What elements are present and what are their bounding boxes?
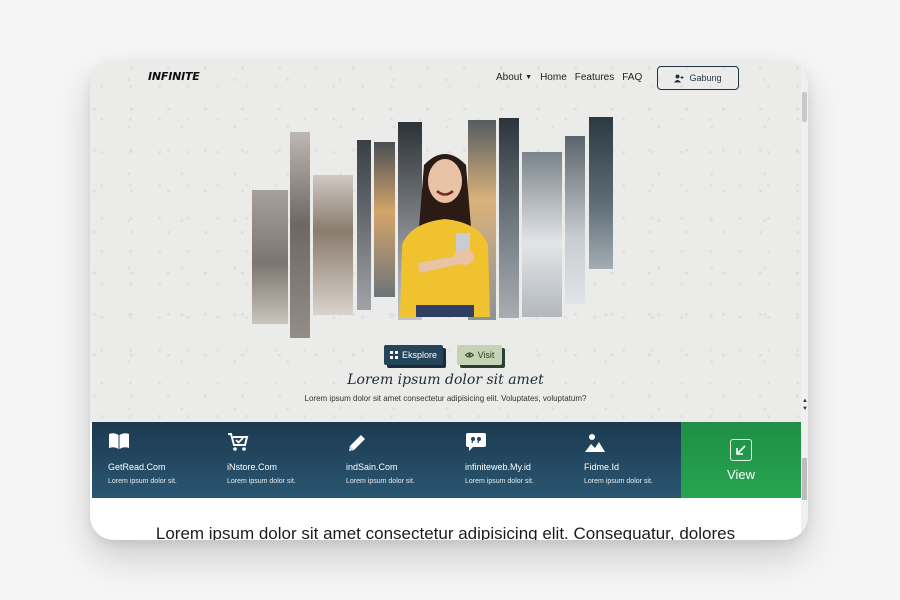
join-button[interactable]: Gabung [657,66,739,90]
scrollbar-thumb[interactable] [802,458,807,500]
user-plus-icon [674,74,684,82]
explore-button[interactable]: Eksplore [384,345,443,365]
explore-button-label: Eksplore [401,350,437,360]
feature-desc: Lorem ipsum dolor sit. [346,478,415,485]
image-icon [584,432,694,454]
feature-name: iNstore.Com [227,462,278,472]
cart-icon [227,432,337,454]
section-heading: Lorem ipsum dolor sit amet consectetur a… [155,524,736,540]
feature-name: Fidme.Id [584,462,620,472]
nav-item-about[interactable]: About ▼ [496,72,532,83]
collage-strip [290,132,310,338]
scrollbar-thumb[interactable] [802,92,807,122]
collage-strip [252,190,288,324]
feature-name: GetRead.Com [108,462,166,472]
grid-icon [389,351,398,359]
pencil-icon [346,432,456,454]
feature-bar: GetRead.Com Lorem ipsum dolor sit. iNsto… [92,422,681,498]
hero-subtitle: Lorem ipsum dolor sit amet consectetur a… [304,394,587,403]
feature-desc: Lorem ipsum dolor sit. [108,478,177,485]
view-card[interactable]: View [681,422,801,498]
join-button-label: Gabung [689,73,722,83]
feature-instore[interactable]: iNstore.Com Lorem ipsum dolor sit. [227,432,337,485]
nav-item-features[interactable]: Features [575,72,614,83]
device-frame: INFINITE About ▼ Home Features FAQ Gabun… [90,60,808,540]
nav-item-about-label: About [496,72,523,83]
feature-infiniteweb[interactable]: infiniteweb.My.id Lorem ipsum dolor sit. [465,432,575,485]
scroll-down-icon[interactable]: ▼ [802,406,808,412]
collage-strip [357,140,371,310]
site-logo[interactable]: INFINITE [148,70,200,83]
collage-strip [499,118,519,318]
feature-indsain[interactable]: indSain.Com Lorem ipsum dolor sit. [346,432,456,485]
page-scrollbar-lower[interactable] [801,422,808,540]
main-nav: About ▼ Home Features FAQ [496,72,642,83]
feature-desc: Lorem ipsum dolor sit. [584,478,653,485]
feature-name: indSain.Com [346,462,398,472]
hero-person-image [400,154,490,317]
visit-button[interactable]: Visit [457,345,502,365]
feature-name: infiniteweb.My.id [465,462,531,472]
collage-strip [313,175,353,315]
feature-desc: Lorem ipsum dolor sit. [227,478,296,485]
book-icon [108,432,218,454]
feature-desc: Lorem ipsum dolor sit. [465,478,534,485]
nav-item-faq[interactable]: FAQ [622,72,642,83]
view-label: View [727,466,755,482]
collage-strip [522,152,562,317]
page-scrollbar[interactable]: ▲ ▼ [801,60,808,422]
caret-down-icon: ▼ [525,74,533,81]
feature-fidme[interactable]: Fidme.Id Lorem ipsum dolor sit. [584,432,694,485]
arrow-down-left-icon [730,438,752,461]
hero-title: Lorem ipsum dolor sit amet [347,372,544,388]
visit-button-label: Visit [477,350,495,360]
feature-getread[interactable]: GetRead.Com Lorem ipsum dolor sit. [108,432,218,485]
nav-item-home[interactable]: Home [540,72,567,83]
scroll-up-icon[interactable]: ▲ [802,398,808,404]
collage-strip [589,117,613,269]
collage-strip [565,136,585,304]
eye-icon [464,352,474,358]
quote-icon [465,432,575,454]
hero-section: INFINITE About ▼ Home Features FAQ Gabun… [90,60,801,422]
